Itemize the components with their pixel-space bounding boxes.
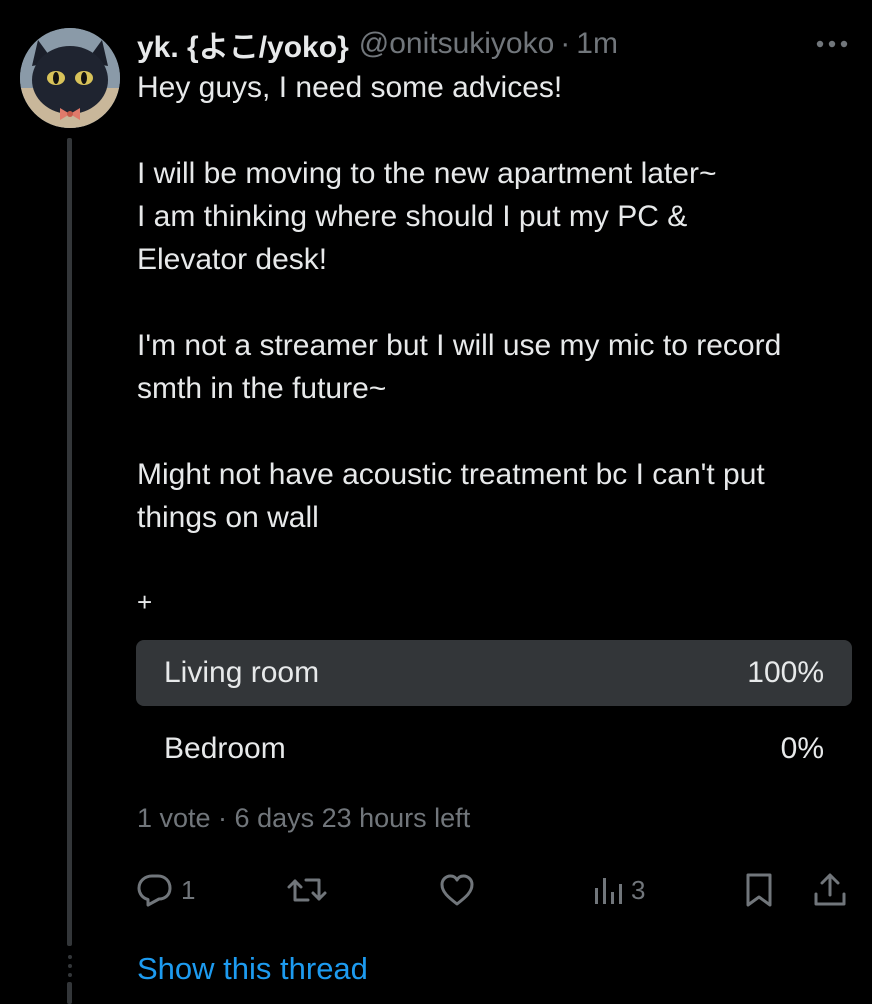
- more-options-button[interactable]: [810, 26, 854, 62]
- heart-icon: [440, 874, 474, 906]
- plus-sign: +: [137, 587, 153, 617]
- thread-connector-line: [67, 138, 72, 946]
- views-button[interactable]: 3: [592, 868, 645, 912]
- retweet-button[interactable]: [286, 868, 328, 912]
- tweet-timestamp[interactable]: 1m: [576, 27, 618, 61]
- bar-chart-icon: [595, 878, 622, 904]
- show-this-thread-link[interactable]: Show this thread: [137, 949, 368, 989]
- tweet-paragraph: Might not have acoustic treatment bc I c…: [137, 458, 765, 534]
- retweet-icon: [287, 878, 327, 902]
- poll-option-bedroom[interactable]: Bedroom 0%: [136, 716, 852, 782]
- poll-option-percent: 100%: [747, 656, 824, 689]
- bookmark-button[interactable]: [742, 868, 776, 912]
- avatar[interactable]: [20, 28, 120, 128]
- views-count: 3: [631, 874, 646, 905]
- share-button[interactable]: [812, 868, 848, 912]
- poll-option-living-room[interactable]: Living room 100%: [136, 640, 852, 706]
- more-horizontal-icon: [816, 40, 848, 48]
- poll-option-label: Bedroom: [164, 732, 286, 765]
- black-cat-plush-avatar-image: [20, 28, 120, 128]
- reply-count: 1: [181, 874, 196, 905]
- tweet-paragraph: Hey guys, I need some advices!: [137, 71, 563, 104]
- poll-option-label: Living room: [164, 656, 320, 689]
- header-separator: ·: [560, 27, 571, 60]
- like-button[interactable]: [438, 868, 476, 912]
- tweet-header: yk. {よこ/yoko} @onitsukiyoko · 1m: [137, 24, 618, 64]
- tweet-paragraph: I'm not a streamer but I will use my mic…: [137, 329, 782, 405]
- display-name[interactable]: yk. {よこ/yoko}: [137, 22, 349, 66]
- tweet-text: Hey guys, I need some advices! I will be…: [137, 66, 862, 539]
- share-upload-icon: [814, 873, 846, 906]
- bookmark-icon: [746, 873, 772, 907]
- poll-option-percent: 0%: [780, 732, 824, 765]
- reply-button[interactable]: 1: [136, 868, 195, 912]
- poll-meta: 1 vote · 6 days 23 hours left: [137, 803, 471, 833]
- user-handle[interactable]: @onitsukiyoko: [359, 27, 555, 61]
- tweet-paragraph: I will be moving to the new apartment la…: [137, 157, 717, 276]
- thread-connector-dots: [66, 955, 73, 1004]
- reply-bubble-icon: [137, 874, 172, 907]
